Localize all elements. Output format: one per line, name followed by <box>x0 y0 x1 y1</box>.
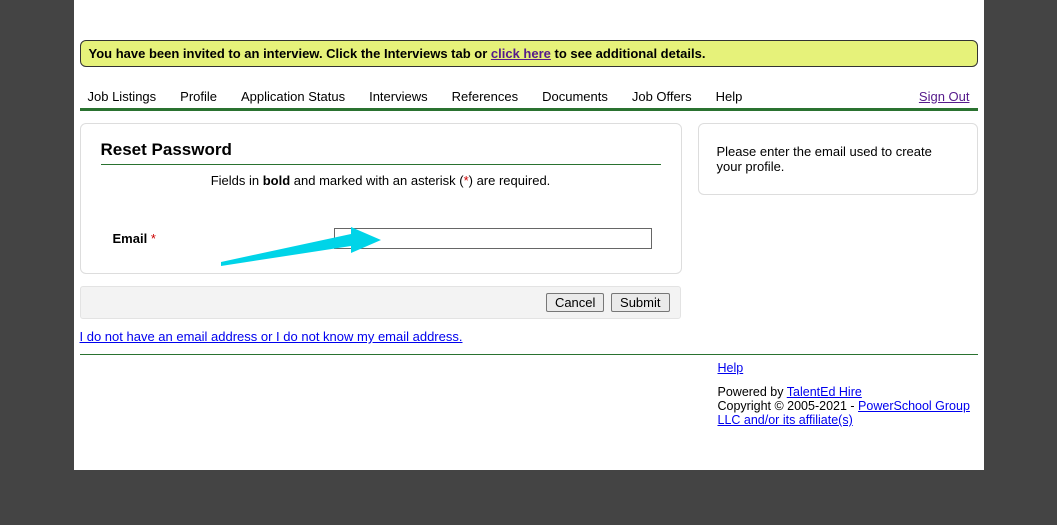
instruction-prefix: Fields in <box>211 173 263 188</box>
page-title: Reset Password <box>101 140 661 160</box>
page-container: You have been invited to an interview. C… <box>74 0 984 470</box>
email-row: Email * <box>101 228 661 249</box>
tab-documents[interactable]: Documents <box>542 89 608 104</box>
email-label: Email * <box>101 231 321 246</box>
side-panel: Please enter the email used to create yo… <box>698 123 978 195</box>
content-row: Reset Password Fields in bold and marked… <box>80 123 978 274</box>
email-field[interactable] <box>334 228 652 249</box>
tab-help[interactable]: Help <box>716 89 743 104</box>
submit-button[interactable]: Submit <box>611 293 669 312</box>
instruction-suffix: ) are required. <box>469 173 551 188</box>
interview-notice: You have been invited to an interview. C… <box>80 40 978 67</box>
tab-job-listings[interactable]: Job Listings <box>88 89 157 104</box>
email-label-text: Email <box>113 231 148 246</box>
nav-tabs: Job Listings Profile Application Status … <box>88 89 743 104</box>
no-email-row: I do not have an email address or I do n… <box>80 329 978 344</box>
sign-out-link[interactable]: Sign Out <box>919 89 970 104</box>
reset-password-panel: Reset Password Fields in bold and marked… <box>80 123 682 274</box>
footer: Help Powered by TalentEd Hire Copyright … <box>80 361 978 427</box>
tab-references[interactable]: References <box>452 89 518 104</box>
nav-bar: Job Listings Profile Application Status … <box>80 89 978 111</box>
title-underline <box>101 164 661 165</box>
tab-profile[interactable]: Profile <box>180 89 217 104</box>
notice-click-here-link[interactable]: click here <box>491 46 551 61</box>
footer-help-link[interactable]: Help <box>718 361 744 375</box>
tab-application-status[interactable]: Application Status <box>241 89 345 104</box>
tab-interviews[interactable]: Interviews <box>369 89 428 104</box>
instruction-mid: and marked with an asterisk ( <box>290 173 463 188</box>
button-bar: Cancel Submit <box>80 286 681 319</box>
side-panel-text: Please enter the email used to create yo… <box>717 144 932 174</box>
powered-prefix: Powered by <box>718 385 787 399</box>
footer-divider <box>80 354 978 355</box>
instruction-bold: bold <box>263 173 290 188</box>
notice-text-prefix: You have been invited to an interview. C… <box>89 46 491 61</box>
powered-link[interactable]: TalentEd Hire <box>787 385 862 399</box>
tab-job-offers[interactable]: Job Offers <box>632 89 692 104</box>
cancel-button[interactable]: Cancel <box>546 293 604 312</box>
notice-text-suffix: to see additional details. <box>551 46 706 61</box>
copyright-prefix: Copyright © 2005-2021 - <box>718 399 859 413</box>
email-required-mark: * <box>151 231 156 246</box>
no-email-link[interactable]: I do not have an email address or I do n… <box>80 329 463 344</box>
required-instruction: Fields in bold and marked with an asteri… <box>101 173 661 188</box>
footer-left <box>80 361 718 427</box>
footer-right: Help Powered by TalentEd Hire Copyright … <box>718 361 978 427</box>
